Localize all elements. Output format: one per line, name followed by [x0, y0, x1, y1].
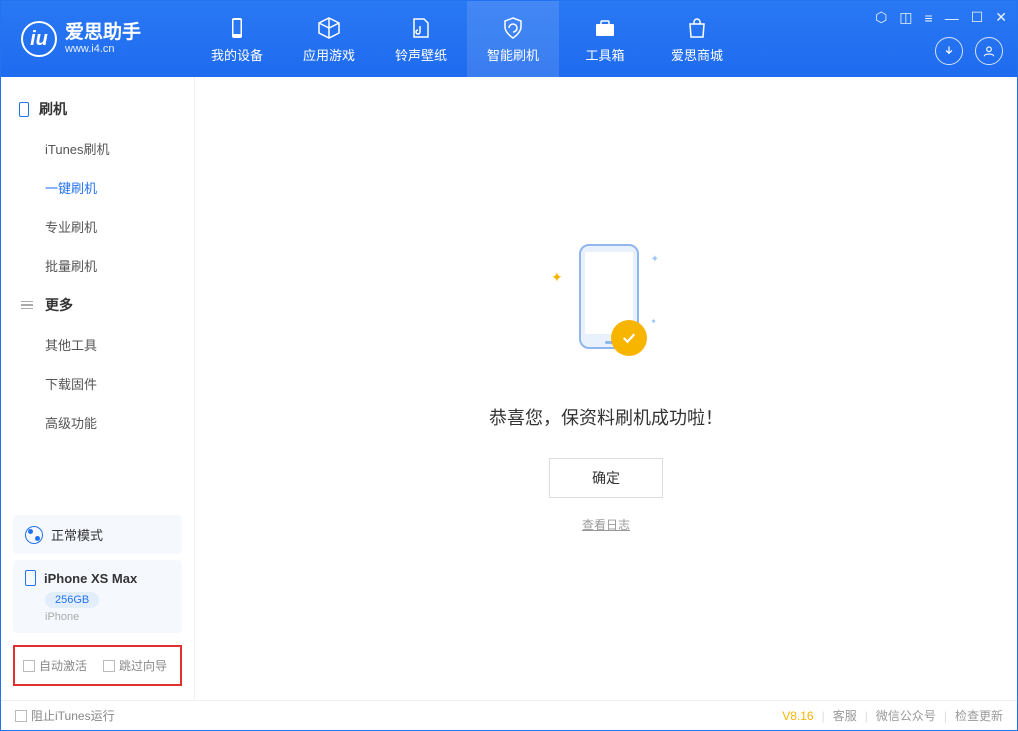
nav-label: 我的设备 — [211, 45, 263, 64]
sidebar-item-batch-flash[interactable]: 批量刷机 — [1, 246, 194, 285]
checkbox-icon — [23, 660, 35, 672]
sidebar-bottom: 正常模式 iPhone XS Max 256GB iPhone 自动激活 跳过向… — [1, 509, 194, 700]
nav-my-device[interactable]: 我的设备 — [191, 1, 283, 77]
logo-text: 爱思助手 www.i4.cn — [65, 23, 141, 56]
version-label: V8.16 — [782, 709, 813, 723]
check-icon — [611, 320, 647, 356]
check-update-link[interactable]: 检查更新 — [955, 707, 1003, 724]
checkbox-icon — [15, 710, 27, 722]
app-subtitle: www.i4.cn — [65, 43, 141, 55]
hamburger-icon — [19, 297, 35, 313]
user-button[interactable] — [975, 37, 1003, 65]
section-title: 刷机 — [39, 99, 67, 119]
footer-right: V8.16 | 客服 | 微信公众号 | 检查更新 — [782, 707, 1003, 724]
shirt-icon[interactable]: ⬡ — [875, 9, 887, 26]
nav-label: 工具箱 — [585, 45, 624, 64]
wechat-link[interactable]: 微信公众号 — [876, 707, 936, 724]
phone-icon — [25, 570, 36, 586]
mode-box[interactable]: 正常模式 — [13, 515, 182, 554]
success-illustration: ✦ ✦ ✦ — [561, 244, 651, 374]
nav-label: 爱思商城 — [671, 45, 723, 64]
app-logo-icon: iu — [21, 21, 57, 57]
top-nav: 我的设备 应用游戏 铃声壁纸 智能刷机 工具箱 爱思商城 — [191, 1, 743, 77]
sidebar-section-flash[interactable]: 刷机 — [1, 89, 194, 129]
music-file-icon — [408, 15, 434, 41]
sparkle-icon: ✦ — [651, 254, 659, 265]
close-button[interactable]: ✕ — [995, 9, 1007, 26]
toolbox-icon — [592, 15, 618, 41]
window-controls: ⬡ ◫ ≡ — ☐ ✕ — [875, 9, 1007, 26]
device-box[interactable]: iPhone XS Max 256GB iPhone — [13, 560, 182, 633]
nav-label: 铃声壁纸 — [395, 45, 447, 64]
download-button[interactable] — [935, 37, 963, 65]
shield-refresh-icon — [500, 15, 526, 41]
main-content: ✦ ✦ ✦ 恭喜您，保资料刷机成功啦！ 确定 查看日志 — [195, 77, 1017, 700]
logo-area: iu 爱思助手 www.i4.cn — [1, 21, 191, 57]
checkbox-skip-guide[interactable]: 跳过向导 — [103, 657, 167, 674]
sidebar: 刷机 iTunes刷机 一键刷机 专业刷机 批量刷机 更多 其他工具 下载固件 … — [1, 77, 195, 700]
menu-icon[interactable]: ≡ — [925, 10, 933, 26]
success-message: 恭喜您，保资料刷机成功啦！ — [489, 404, 723, 430]
checkbox-label: 自动激活 — [39, 657, 87, 674]
sidebar-item-pro-flash[interactable]: 专业刷机 — [1, 207, 194, 246]
separator: | — [944, 709, 947, 723]
checkbox-label: 跳过向导 — [119, 657, 167, 674]
phone-icon — [19, 102, 29, 117]
clipboard-icon[interactable]: ◫ — [899, 9, 912, 26]
mode-icon — [25, 526, 43, 544]
status-bar: 阻止iTunes运行 V8.16 | 客服 | 微信公众号 | 检查更新 — [1, 700, 1017, 730]
nav-toolbox[interactable]: 工具箱 — [559, 1, 651, 77]
header-right — [935, 37, 1003, 65]
highlighted-options: 自动激活 跳过向导 — [13, 645, 182, 686]
app-header: iu 爱思助手 www.i4.cn 我的设备 应用游戏 铃声壁纸 智能刷机 工具… — [1, 1, 1017, 77]
sparkle-icon: ✦ — [650, 317, 657, 326]
checkbox-auto-activate[interactable]: 自动激活 — [23, 657, 87, 674]
cube-icon — [316, 15, 342, 41]
phone-icon — [224, 15, 250, 41]
nav-store[interactable]: 爱思商城 — [651, 1, 743, 77]
mode-label: 正常模式 — [51, 525, 103, 544]
sidebar-item-advanced[interactable]: 高级功能 — [1, 403, 194, 442]
device-name: iPhone XS Max — [44, 571, 137, 586]
app-title: 爱思助手 — [65, 23, 141, 44]
checkbox-label: 阻止iTunes运行 — [31, 707, 115, 724]
view-log-link[interactable]: 查看日志 — [582, 516, 630, 533]
bag-icon — [684, 15, 710, 41]
sidebar-section-more[interactable]: 更多 — [1, 285, 194, 325]
ok-button[interactable]: 确定 — [549, 458, 663, 498]
device-name-row: iPhone XS Max — [25, 570, 170, 586]
maximize-button[interactable]: ☐ — [971, 9, 984, 26]
sidebar-item-other-tools[interactable]: 其他工具 — [1, 325, 194, 364]
checkbox-icon — [103, 660, 115, 672]
checkbox-block-itunes[interactable]: 阻止iTunes运行 — [15, 707, 115, 724]
nav-smart-flash[interactable]: 智能刷机 — [467, 1, 559, 77]
nav-ringtones[interactable]: 铃声壁纸 — [375, 1, 467, 77]
support-link[interactable]: 客服 — [833, 707, 857, 724]
nav-apps-games[interactable]: 应用游戏 — [283, 1, 375, 77]
device-type: iPhone — [45, 611, 170, 623]
minimize-button[interactable]: — — [945, 10, 959, 26]
nav-label: 智能刷机 — [487, 45, 539, 64]
separator: | — [865, 709, 868, 723]
sidebar-item-onekey-flash[interactable]: 一键刷机 — [1, 168, 194, 207]
sidebar-item-itunes-flash[interactable]: iTunes刷机 — [1, 129, 194, 168]
capacity-badge: 256GB — [45, 592, 99, 608]
separator: | — [822, 709, 825, 723]
app-body: 刷机 iTunes刷机 一键刷机 专业刷机 批量刷机 更多 其他工具 下载固件 … — [1, 77, 1017, 700]
section-title: 更多 — [45, 295, 73, 315]
nav-label: 应用游戏 — [303, 45, 355, 64]
sparkle-icon: ✦ — [551, 269, 563, 286]
sidebar-item-download-firmware[interactable]: 下载固件 — [1, 364, 194, 403]
